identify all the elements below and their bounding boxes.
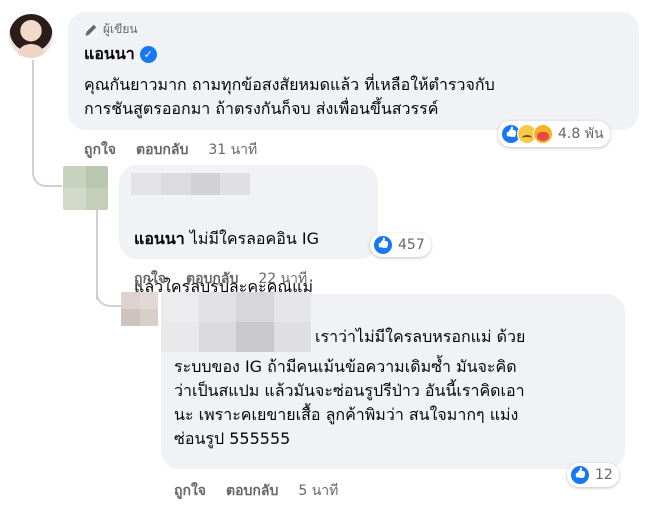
reply-1-actions: ถูกใจ ตอบกลับ 22 นาที (134, 268, 307, 290)
reply-1-text-line1: ไม่มีใครลอคอิน IG (184, 229, 319, 248)
avatar[interactable] (121, 292, 158, 326)
reply-2-reactions[interactable]: 12 (567, 463, 619, 487)
care-reaction-icon (533, 124, 553, 144)
like-button[interactable]: ถูกใจ (84, 139, 116, 161)
comment-main-actions: ถูกใจ ตอบกลับ 31 นาที (84, 139, 257, 161)
reaction-count: 4.8 พัน (558, 126, 604, 142)
avatar[interactable] (63, 166, 108, 210)
like-button[interactable]: ถูกใจ (134, 268, 166, 290)
comment-timestamp[interactable]: 5 นาที (298, 480, 338, 502)
author-badge: ผู้เขียน (84, 20, 138, 39)
like-button[interactable]: ถูกใจ (174, 480, 206, 502)
blurred-name (161, 292, 311, 352)
comment-main-reactions[interactable]: 4.8 พัน (498, 121, 610, 147)
like-reaction-icon (570, 465, 590, 485)
author-badge-label: ผู้เขียน (103, 22, 138, 36)
reaction-count: 12 (595, 467, 613, 483)
reply-1-reactions[interactable]: 457 (370, 233, 431, 257)
commenter-name[interactable]: แอนนา (84, 44, 135, 63)
author-avatar[interactable] (9, 14, 53, 58)
reply-2-text-line1: เราว่าไม่มีใครลบหรอกแม่ ด้วย (315, 327, 526, 346)
verified-badge-icon: ✓ (139, 46, 157, 63)
reply-2-text: ระบบของ IG ถ้ามีคนเม้นข้อความเดิมซ้ำ มัน… (174, 357, 525, 448)
commenter-name[interactable]: แอนนา (134, 229, 185, 248)
comment-main-text: คุณกันยาวมาก ถามทุกข้อสงสัยหมดแล้ว ที่เห… (84, 75, 495, 118)
comment-timestamp[interactable]: 22 นาที (258, 268, 307, 290)
thread-connector (96, 275, 122, 307)
reaction-count: 457 (398, 237, 425, 253)
like-reaction-icon (373, 235, 393, 255)
reply-button[interactable]: ตอบกลับ (186, 268, 238, 290)
reply-2-actions: ถูกใจ ตอบกลับ 5 นาที (174, 480, 338, 502)
comment-main-header: แอนนา ✓ (84, 42, 157, 67)
reply-button[interactable]: ตอบกลับ (136, 139, 188, 161)
blurred-name (131, 173, 250, 195)
comment-timestamp[interactable]: 31 นาที (208, 139, 257, 161)
thread-connector (32, 150, 62, 187)
pen-icon (85, 24, 97, 36)
reply-button[interactable]: ตอบกลับ (226, 480, 278, 502)
